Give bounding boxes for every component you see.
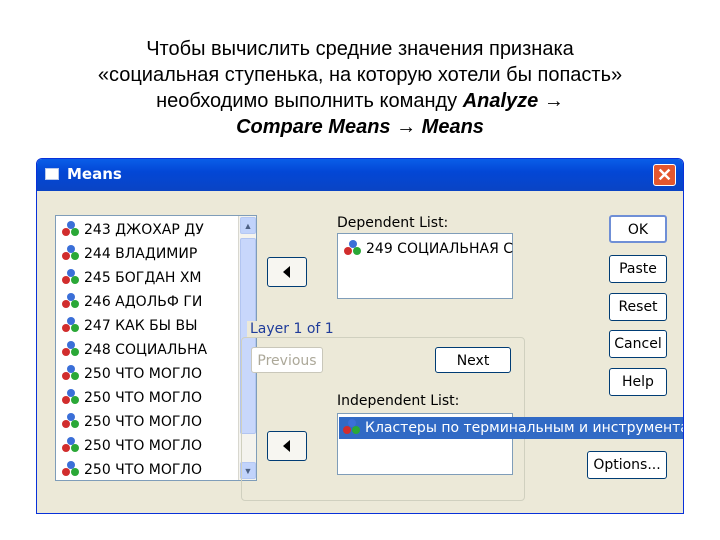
slide-command-analyze: Analyze → xyxy=(462,90,564,112)
list-item[interactable]: 245 БОГДАН ХМ xyxy=(62,268,242,288)
list-item[interactable]: 250 ЧТО МОГЛО xyxy=(62,436,242,456)
independent-list-item-label: Кластеры по терминальным и инструменталь… xyxy=(365,420,684,436)
scroll-up-icon[interactable]: ▲ xyxy=(240,217,256,234)
variable-balls-icon xyxy=(62,341,80,357)
list-item-label: 250 ЧТО МОГЛО xyxy=(84,366,202,382)
variable-balls-icon xyxy=(62,293,80,309)
variable-balls-icon xyxy=(62,245,80,261)
variable-balls-icon xyxy=(344,240,362,256)
slide-title-line-3-prefix: необходимо выполнить команду xyxy=(156,90,463,112)
move-to-independent-button[interactable] xyxy=(267,431,307,461)
list-item[interactable]: 243 ДЖОХАР ДУ xyxy=(62,220,242,240)
left-arrow-icon xyxy=(283,440,290,452)
list-item-label: 243 ДЖОХАР ДУ xyxy=(84,222,204,238)
list-item-label: 244 ВЛАДИМИР xyxy=(84,246,198,262)
layer-label: Layer 1 of 1 xyxy=(247,321,337,337)
next-button[interactable]: Next xyxy=(435,347,511,373)
dependent-list-item-label: 249 СОЦИАЛЬНАЯ С xyxy=(366,241,514,257)
ok-button[interactable]: OK xyxy=(609,215,667,243)
list-item[interactable]: 250 ЧТО МОГЛО xyxy=(62,364,242,384)
list-item-label: 250 ЧТО МОГЛО xyxy=(84,462,202,478)
variable-balls-icon xyxy=(62,365,80,381)
slide-title-line-3: необходимо выполнить команду Analyze → xyxy=(20,88,700,114)
dependent-list[interactable]: 249 СОЦИАЛЬНАЯ С xyxy=(337,233,513,299)
reset-button[interactable]: Reset xyxy=(609,293,667,321)
list-item[interactable]: 247 КАК БЫ ВЫ xyxy=(62,316,242,336)
help-button[interactable]: Help xyxy=(609,368,667,396)
independent-list-item[interactable]: Кластеры по терминальным и инструменталь… xyxy=(339,417,684,439)
list-item[interactable]: 250 ЧТО МОГЛО xyxy=(62,388,242,408)
list-item-label: 250 ЧТО МОГЛО xyxy=(84,414,202,430)
variable-balls-icon xyxy=(62,269,80,285)
variable-balls-icon xyxy=(62,437,80,453)
slide-title-line-1: Чтобы вычислить средние значения признак… xyxy=(146,38,574,60)
variable-balls-icon xyxy=(343,419,361,435)
list-item[interactable]: 246 АДОЛЬФ ГИ xyxy=(62,292,242,312)
variable-balls-icon xyxy=(62,389,80,405)
variable-list[interactable]: 243 ДЖОХАР ДУ 244 ВЛАДИМИР 245 БОГДАН ХМ… xyxy=(55,215,257,481)
independent-list-label: Independent List: xyxy=(337,393,460,409)
variable-balls-icon xyxy=(62,413,80,429)
slide-title-line-2: «социальная ступенька, на которую хотели… xyxy=(97,64,623,86)
paste-button[interactable]: Paste xyxy=(609,255,667,283)
close-button[interactable]: ✕ xyxy=(653,164,676,186)
window-icon xyxy=(45,168,59,180)
list-item-label: 247 КАК БЫ ВЫ xyxy=(84,318,198,334)
list-item[interactable]: 250 ЧТО МОГЛО xyxy=(62,412,242,432)
list-item-label: 245 БОГДАН ХМ xyxy=(84,270,202,286)
slide-title-line-4: Compare Means → Means xyxy=(236,116,484,138)
move-to-dependent-button[interactable] xyxy=(267,257,307,287)
list-item-label: 250 ЧТО МОГЛО xyxy=(84,390,202,406)
slide-title: Чтобы вычислить средние значения признак… xyxy=(20,36,700,140)
list-item-label: 248 СОЦИАЛЬНА xyxy=(84,342,208,358)
list-item[interactable]: 248 СОЦИАЛЬНА xyxy=(62,340,242,360)
list-item-label: 250 ЧТО МОГЛО xyxy=(84,438,202,454)
cancel-button[interactable]: Cancel xyxy=(609,330,667,358)
dependent-list-label: Dependent List: xyxy=(337,215,449,231)
dependent-list-item[interactable]: 249 СОЦИАЛЬНАЯ С xyxy=(344,240,513,257)
means-dialog: Means ✕ 243 ДЖОХАР ДУ 244 ВЛАДИМИР 245 Б… xyxy=(36,158,684,514)
left-arrow-icon xyxy=(283,266,290,278)
variable-balls-icon xyxy=(62,461,80,477)
previous-button[interactable]: Previous xyxy=(251,347,323,373)
variable-balls-icon xyxy=(62,221,80,237)
options-button[interactable]: Options... xyxy=(587,451,667,479)
window-title: Means xyxy=(67,165,122,183)
list-item[interactable]: 250 ЧТО МОГЛО xyxy=(62,460,242,480)
title-bar[interactable]: Means ✕ xyxy=(37,159,683,191)
list-item[interactable]: 244 ВЛАДИМИР xyxy=(62,244,242,264)
variable-balls-icon xyxy=(62,317,80,333)
list-item-label: 246 АДОЛЬФ ГИ xyxy=(84,294,203,310)
